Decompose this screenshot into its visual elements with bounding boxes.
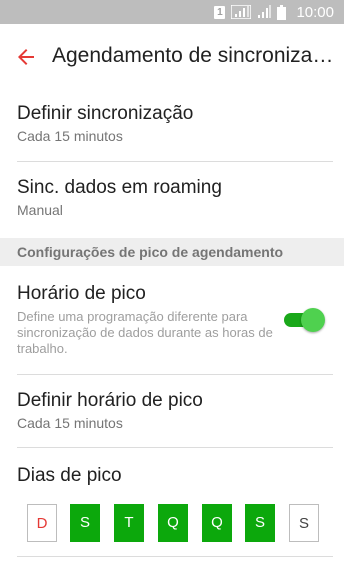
day-sunday[interactable]: D [27, 504, 57, 542]
day-tuesday[interactable]: T [114, 504, 144, 542]
day-monday[interactable]: S [70, 504, 100, 542]
arrow-left-icon[interactable] [14, 45, 38, 69]
divider [17, 374, 333, 375]
peak-summary: Define uma programação diferente para si… [17, 309, 273, 356]
toolbar: Agendamento de sincronização [0, 24, 344, 90]
section-header-label: Configurações de pico de agendamento [17, 244, 284, 260]
divider [17, 556, 333, 557]
sync-summary: Cada 15 minutos [17, 128, 123, 144]
signal-icon [231, 5, 252, 19]
sync-title: Definir sincronização [17, 103, 194, 124]
day-thursday[interactable]: Q [202, 504, 232, 542]
peak-time-summary: Cada 15 minutos [17, 415, 123, 431]
peak-toggle[interactable] [284, 308, 325, 332]
day-friday[interactable]: S [245, 504, 275, 542]
battery-icon [277, 4, 287, 20]
peak-time-setting[interactable]: Definir horário de pico Cada 15 minutos [17, 390, 333, 431]
divider [17, 161, 333, 162]
signal-icon [257, 5, 272, 19]
sim-icon: 1 [214, 5, 226, 19]
roaming-setting[interactable]: Sinc. dados em roaming Manual [17, 177, 333, 218]
peak-time-title: Definir horário de pico [17, 390, 203, 411]
roaming-title: Sinc. dados em roaming [17, 177, 222, 198]
status-bar: 1 10:00 [0, 0, 344, 24]
clock: 10:00 [296, 3, 334, 21]
divider [17, 447, 333, 448]
toggle-thumb [301, 308, 325, 332]
section-header: Configurações de pico de agendamento [0, 238, 344, 266]
page-title: Agendamento de sincronização [52, 44, 336, 67]
roaming-summary: Manual [17, 202, 63, 218]
sync-setting[interactable]: Definir sincronização Cada 15 minutos [17, 103, 333, 144]
peak-title: Horário de pico [17, 283, 146, 304]
peak-days-selector: D S T Q Q S S [27, 504, 319, 542]
peak-days-setting: Dias de pico [17, 465, 333, 487]
day-saturday[interactable]: S [289, 504, 319, 542]
peak-days-title: Dias de pico [17, 465, 122, 486]
day-wednesday[interactable]: Q [158, 504, 188, 542]
